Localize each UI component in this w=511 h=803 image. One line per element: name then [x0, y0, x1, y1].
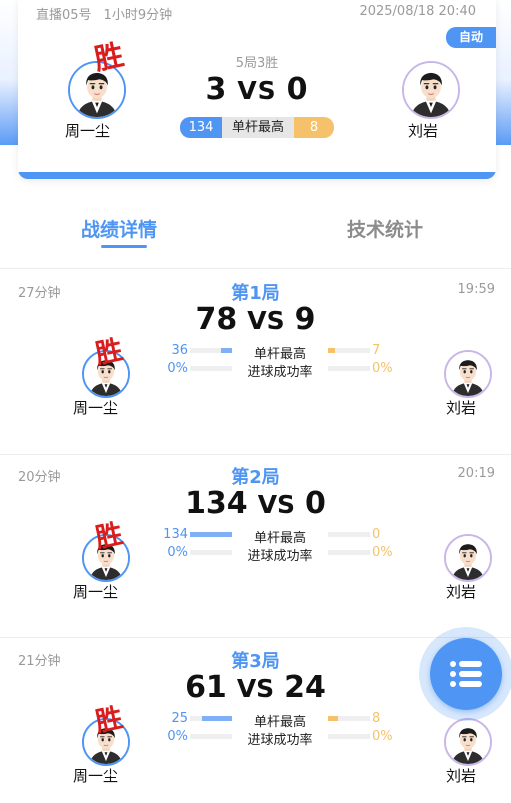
game-time: 19:59: [457, 282, 495, 297]
stat-left-bar: [190, 532, 232, 537]
vs-label: VS: [257, 490, 296, 519]
game-score: 78 VS 9: [0, 302, 511, 337]
stat-row: 25 单杆最高 8: [0, 711, 511, 730]
stat-right-bar: [328, 734, 370, 739]
tab-bar: 战绩详情 技术统计: [0, 215, 511, 255]
stat-left-fill: [202, 716, 232, 721]
player-left-name: 周一尘: [73, 583, 119, 601]
room-label: 直播05号: [36, 8, 92, 23]
score-right: 0: [286, 72, 309, 107]
stat-label: 进球成功率: [247, 733, 313, 748]
match-datetime: 2025/08/18 20:40: [359, 4, 476, 19]
highest-break-bar: 134 单杆最高 8: [180, 117, 334, 138]
card-accent-bar: [18, 172, 496, 179]
stat-left-bar: [190, 550, 232, 555]
stat-left-value: 0%: [167, 361, 188, 376]
stat-left-bar: [190, 716, 232, 721]
player-left-name: 周一尘: [73, 767, 119, 785]
match-meta: 直播05号 1小时9分钟 2025/08/18 20:40: [36, 4, 476, 23]
stat-row: 0% 进球成功率 0%: [0, 545, 511, 564]
stat-right-fill: [328, 716, 338, 721]
game-score: 134 VS 0: [0, 486, 511, 521]
stat-right-fill: [328, 348, 335, 353]
highest-break-right: 8: [294, 117, 334, 138]
stat-right-bar: [328, 550, 370, 555]
stat-left-value: 25: [171, 711, 188, 726]
stat-left-fill: [220, 348, 232, 353]
score-right: 0: [305, 486, 326, 521]
stat-right-value: 8: [372, 711, 381, 726]
stat-right-bar: [328, 366, 370, 371]
match-duration: 1小时9分钟: [103, 8, 173, 23]
stat-left-bar: [190, 348, 232, 353]
player-right-name: 刘岩: [446, 583, 477, 601]
stat-right-bar: [328, 716, 370, 721]
highest-break-label: 单杆最高: [222, 117, 294, 138]
game-card[interactable]: 27分钟 第1局 19:59 78 VS 9 胜周一尘 刘岩 36 单杆最高 7 0% 进球成功率 0%: [0, 270, 511, 454]
menu-fab-button[interactable]: [430, 638, 502, 710]
stat-left-value: 36: [171, 343, 188, 358]
stat-left-value: 0%: [167, 545, 188, 560]
stat-right-value: 0%: [372, 729, 393, 744]
stat-right-value: 0%: [372, 545, 393, 560]
stat-left-bar: [190, 366, 232, 371]
stat-left-value: 0%: [167, 729, 188, 744]
tab-active-indicator: [101, 245, 147, 248]
stat-right-value: 7: [372, 343, 381, 358]
player-right-name: 刘岩: [446, 399, 477, 417]
tab-match-details[interactable]: 战绩详情: [81, 215, 157, 242]
stat-right-bar: [328, 348, 370, 353]
game-time: 20:19: [457, 466, 495, 481]
stat-label: 单杆最高: [253, 347, 306, 362]
highest-break-left: 134: [180, 117, 222, 138]
stat-left-fill: [190, 532, 232, 537]
score-right: 9: [294, 302, 316, 337]
score-left: 61: [185, 670, 227, 705]
auto-badge[interactable]: 自动: [446, 27, 496, 48]
stat-left-value: 134: [163, 527, 188, 542]
player-right-avatar[interactable]: [402, 61, 460, 119]
stat-label: 单杆最高: [253, 531, 306, 546]
vs-label: VS: [237, 76, 277, 105]
score-right: 24: [284, 670, 326, 705]
stat-row: 0% 进球成功率 0%: [0, 361, 511, 380]
stat-label: 单杆最高: [253, 715, 306, 730]
stat-right-value: 0%: [372, 361, 393, 376]
tab-technical-stats[interactable]: 技术统计: [347, 215, 423, 242]
stat-row: 36 单杆最高 7: [0, 343, 511, 362]
player-avatar-icon: [404, 63, 458, 117]
stat-row: 0% 进球成功率 0%: [0, 729, 511, 748]
stat-right-value: 0: [372, 527, 381, 542]
player-left-name: 周一尘: [65, 122, 111, 140]
score-left: 78: [195, 302, 238, 337]
stat-label: 进球成功率: [247, 365, 313, 380]
vs-label: VS: [247, 306, 285, 335]
match-summary-card: 直播05号 1小时9分钟 2025/08/18 20:40 自动 5局3胜 3 VS…: [18, 0, 496, 179]
player-right-name: 刘岩: [446, 767, 477, 785]
player-right-name: 刘岩: [408, 122, 439, 140]
list-menu-icon: [450, 661, 482, 687]
stat-left-bar: [190, 734, 232, 739]
stat-row: 134 单杆最高 0: [0, 527, 511, 546]
score-left: 3: [205, 72, 228, 107]
vs-label: VS: [236, 674, 275, 703]
divider: [0, 268, 511, 269]
score-left: 134: [185, 486, 248, 521]
game-card[interactable]: 20分钟 第2局 20:19 134 VS 0 胜周一尘 刘岩 134 单杆最高 0 0% 进球成功率 0…: [0, 454, 511, 638]
player-left-name: 周一尘: [73, 399, 119, 417]
stat-right-bar: [328, 532, 370, 537]
stat-label: 进球成功率: [247, 549, 313, 564]
